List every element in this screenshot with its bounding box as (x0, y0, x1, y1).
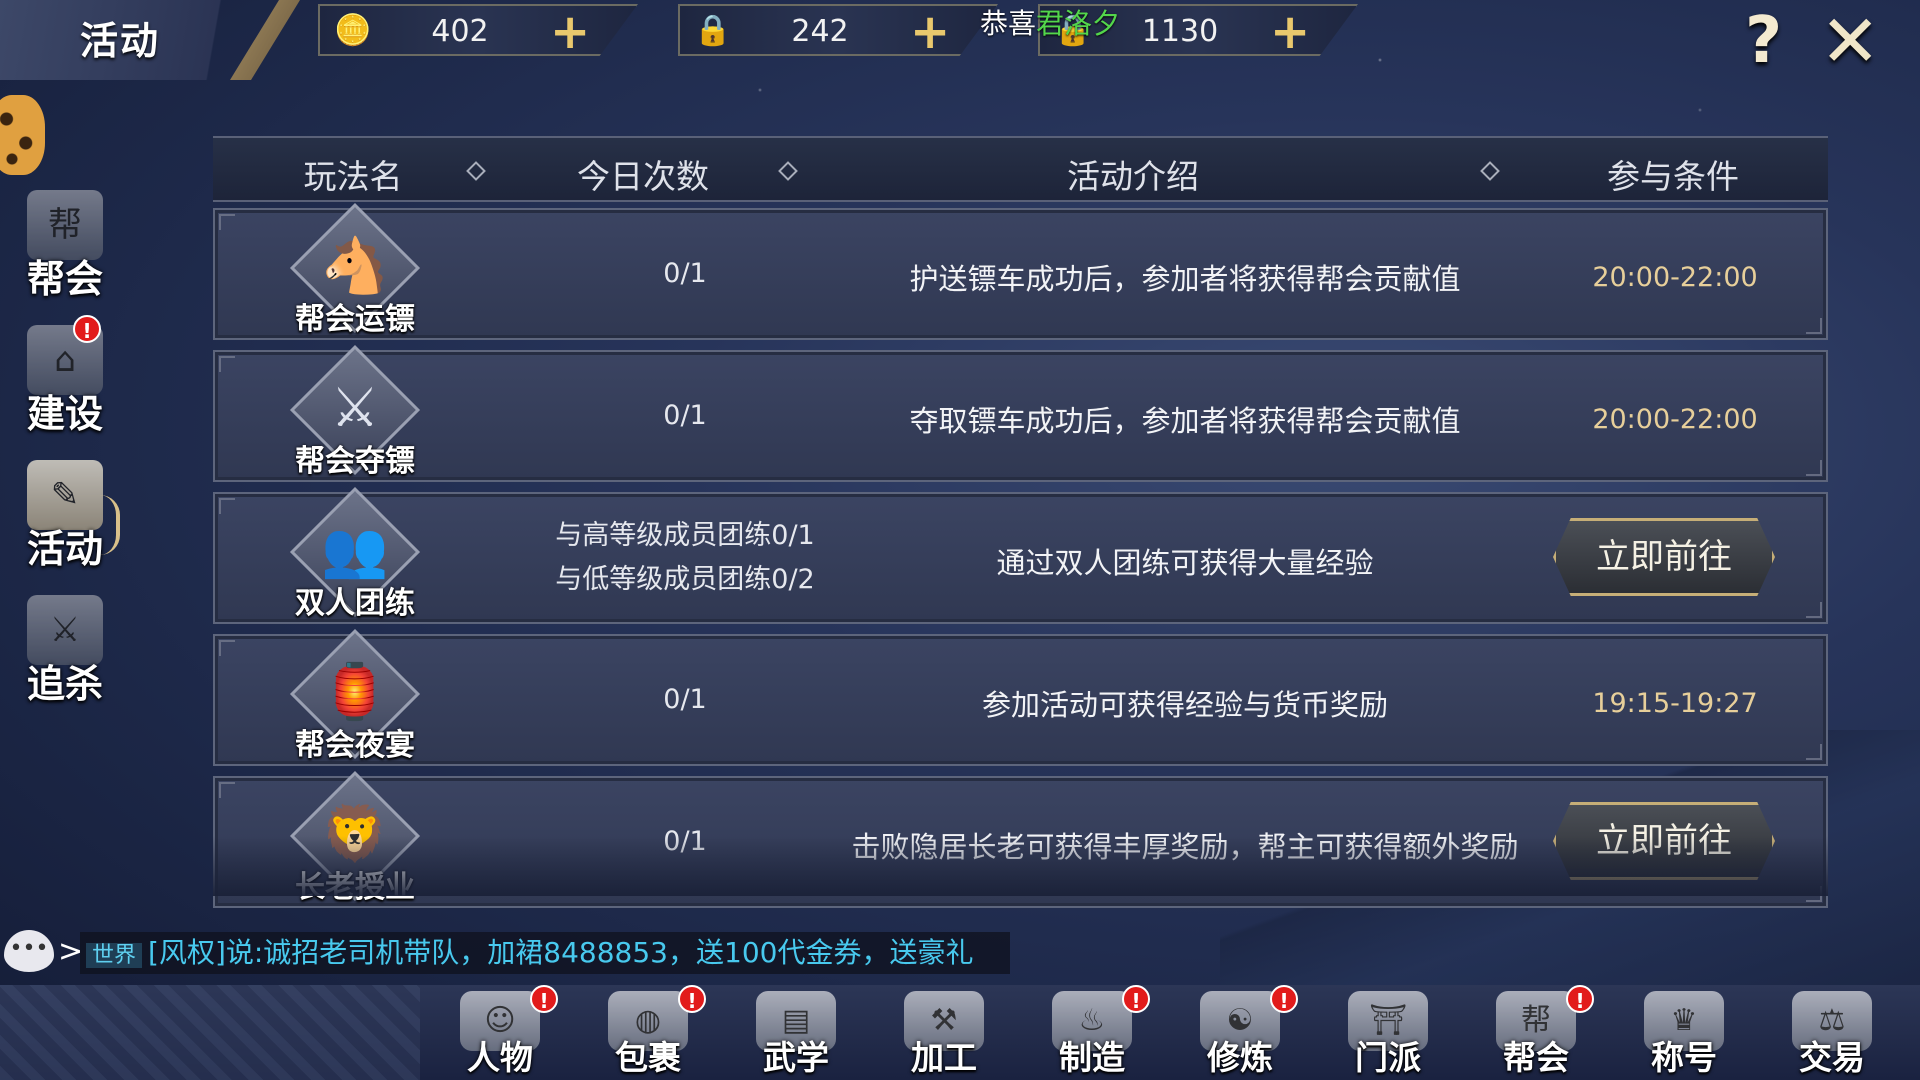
activity-desc: 通过双人团练可获得大量经验 (996, 546, 1374, 580)
go-now-button[interactable]: 立即前往 (1553, 518, 1775, 596)
table-row[interactable]: 🏮 帮会夜宴 0/1 参加活动可获得经验与货币奖励 19:15-19:27 (213, 628, 1828, 766)
help-button[interactable]: ? (1745, 6, 1805, 76)
activity-name: 帮会夜宴 (295, 728, 415, 763)
column-header-desc[interactable]: 活动介绍 (1033, 150, 1233, 198)
chat-channel: 世界 (86, 943, 143, 968)
table-row[interactable]: ⚔ 帮会夺镖 0/1 夺取镖车成功后，参加者将获得帮会贡献值 20:00-22:… (213, 344, 1828, 482)
currency-gold-value: 402 (431, 14, 489, 49)
column-header-count[interactable]: 今日次数 (543, 150, 743, 198)
nav-label: 包裹 (615, 1038, 681, 1077)
congrats-marquee: 恭喜君洛夕 (980, 2, 1120, 42)
sidebar-item-label: 建设 (26, 392, 103, 436)
activity-desc: 参加活动可获得经验与货币奖励 (981, 688, 1388, 722)
alert-badge: ! (530, 985, 558, 1013)
activity-table: 玩法名 今日次数 活动介绍 参与条件 🐴 帮会运镖 0/1 护送镖车成功后，参加… (213, 136, 1828, 908)
sidebar-item-label: 帮会 (26, 257, 103, 301)
nav-character[interactable]: ☺ ! 人物 (440, 985, 560, 1080)
top-bar: 活动 🪙 402 + 🔒 242 + 🔒 1130 + 恭喜君洛夕 ? ✕ (0, 0, 1920, 80)
alert-badge: ! (678, 985, 706, 1013)
nav-guild[interactable]: 帮 ! 帮会 (1476, 985, 1596, 1080)
activity-desc: 护送镖车成功后，参加者将获得帮会贡献值 (909, 262, 1461, 296)
chat-message-line[interactable]: 世界 [风权]说:诚招老司机带队，加裙8488853，送100代金券，送豪礼 (80, 932, 1010, 974)
currency-bound-gold-value: 242 (791, 14, 849, 49)
nav-label: 门派 (1355, 1038, 1421, 1077)
page-title: 活动 (80, 19, 161, 63)
nav-label: 人物 (467, 1038, 533, 1077)
activity-icon-wrap[interactable]: 🏮 帮会夜宴 (289, 628, 421, 763)
sidebar-item-build[interactable]: ⌂ ! 建设 (15, 315, 115, 445)
activity-condition: 20:00-22:00 (1592, 404, 1758, 435)
scroll-fade (213, 836, 1828, 896)
chat-bubble-icon[interactable]: ••• (4, 930, 54, 972)
alert-badge: ! (73, 315, 101, 343)
sidebar-item-label: 追杀 (26, 662, 103, 706)
activity-name: 双人团练 (295, 586, 415, 621)
table-header: 玩法名 今日次数 活动介绍 参与条件 (213, 136, 1828, 202)
congrats-player-name: 君洛夕 (1036, 7, 1121, 40)
activity-icon-wrap[interactable]: 🐴 帮会运镖 (289, 202, 421, 337)
column-header-name[interactable]: 玩法名 (273, 150, 433, 198)
chat-bar[interactable]: ••• > 世界 [风权]说:诚招老司机带队，加裙8488853，送100代金券，… (0, 930, 1010, 976)
activity-icon-wrap[interactable]: ⚔ 帮会夺镖 (289, 344, 421, 479)
activity-name: 帮会运镖 (295, 302, 415, 337)
nav-title[interactable]: ♛ 称号 (1624, 985, 1744, 1080)
locked-gold-icon: 🔒 (694, 13, 732, 48)
sidebar-item-hunt[interactable]: ⚔ 追杀 (15, 595, 115, 715)
nav-sect[interactable]: ⛩ 门派 (1328, 985, 1448, 1080)
nav-label: 交易 (1799, 1038, 1865, 1077)
add-gold-button[interactable]: + (550, 6, 590, 56)
table-row[interactable]: 👥 双人团练 与高等级成员团练0/1 与低等级成员团练0/2 通过双人团练可获得… (213, 486, 1828, 624)
activity-condition: 20:00-22:00 (1592, 262, 1758, 293)
sort-diamond-icon (1480, 161, 1500, 181)
add-silver-button[interactable]: + (1270, 6, 1310, 56)
sort-diamond-icon (466, 161, 486, 181)
title-tab: 活动 (0, 0, 300, 80)
activity-desc: 夺取镖车成功后，参加者将获得帮会贡献值 (909, 404, 1461, 438)
gold-ingot-icon: 🪙 (334, 13, 372, 48)
sidebar-item-guild[interactable]: 帮 帮会 (15, 190, 115, 310)
currency-bound-gold: 🔒 242 + (678, 4, 998, 56)
currency-silver-value: 1130 (1141, 14, 1219, 49)
nav-label: 称号 (1651, 1038, 1717, 1077)
nav-label: 武学 (763, 1038, 829, 1077)
nav-label: 加工 (911, 1038, 977, 1077)
currency-gold: 🪙 402 + (318, 4, 638, 56)
close-button[interactable]: ✕ (1820, 5, 1894, 77)
nav-cultivate[interactable]: ☯ ! 修炼 (1180, 985, 1300, 1080)
add-bound-gold-button[interactable]: + (910, 6, 950, 56)
nav-trade[interactable]: ⚖ 交易 (1772, 985, 1892, 1080)
sort-diamond-icon (778, 161, 798, 181)
activity-icon-wrap[interactable]: 👥 双人团练 (289, 486, 421, 621)
nav-bag[interactable]: ◍ ! 包裹 (588, 985, 708, 1080)
activity-condition: 19:15-19:27 (1592, 688, 1758, 719)
alert-badge: ! (1270, 985, 1298, 1013)
chat-message: [风权]说:诚招老司机带队，加裙8488853，送100代金券，送豪礼 (148, 936, 974, 969)
bottom-nav: ☺ ! 人物 ◍ ! 包裹 ▤ 武学 ⚒ 加工 ♨ ! 制造 ☯ ! 修炼 ⛩ … (0, 985, 1920, 1080)
alert-badge: ! (1566, 985, 1594, 1013)
alert-badge: ! (1122, 985, 1150, 1013)
nav-process[interactable]: ⚒ 加工 (884, 985, 1004, 1080)
nav-craft[interactable]: ♨ ! 制造 (1032, 985, 1152, 1080)
nav-label: 制造 (1059, 1038, 1125, 1077)
congrats-prefix: 恭喜 (980, 7, 1037, 40)
table-row[interactable]: 🐴 帮会运镖 0/1 护送镖车成功后，参加者将获得帮会贡献值 20:00-22:… (213, 202, 1828, 340)
nav-label: 修炼 (1207, 1038, 1273, 1077)
leopard-ornament (0, 95, 45, 175)
nav-martial[interactable]: ▤ 武学 (736, 985, 856, 1080)
nav-label: 帮会 (1503, 1038, 1569, 1077)
column-header-condition[interactable]: 参与条件 (1573, 150, 1773, 198)
activity-name: 帮会夺镖 (295, 444, 415, 479)
